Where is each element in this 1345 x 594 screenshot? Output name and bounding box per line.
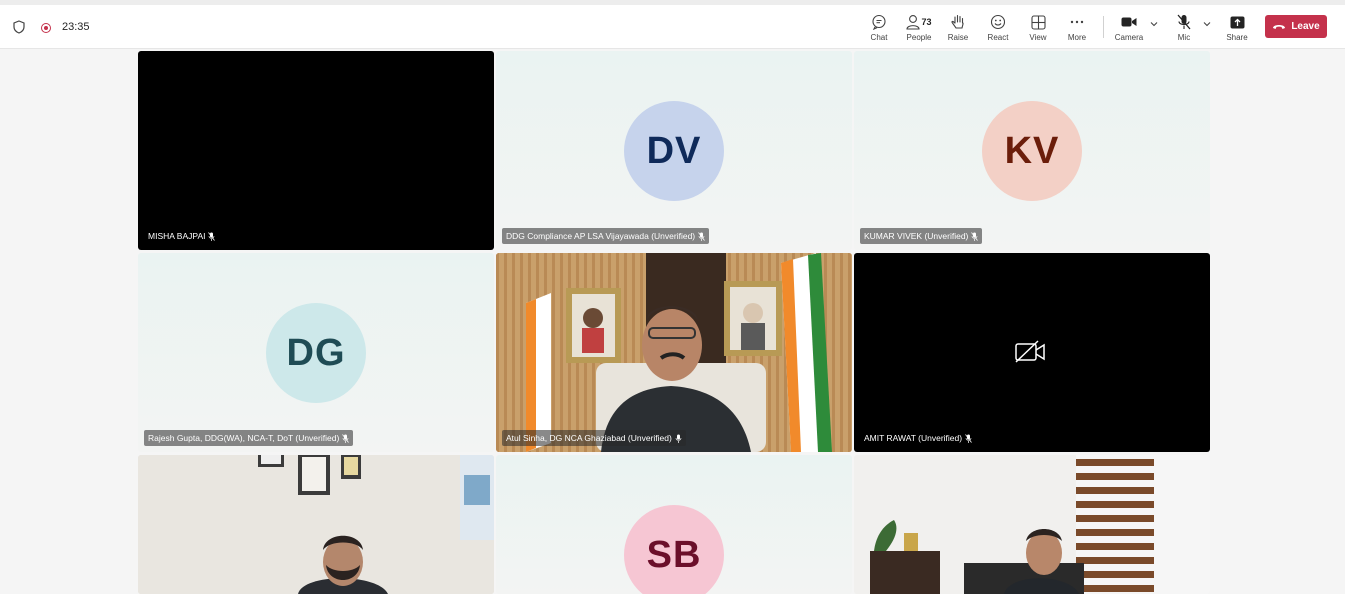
participant-tile-video-off[interactable]: MISHA BAJPAI — [138, 51, 494, 250]
people-button[interactable]: 73 People — [904, 5, 934, 48]
chat-button[interactable]: Chat — [866, 5, 892, 48]
grid-view-icon — [1030, 13, 1046, 31]
share-screen-icon — [1230, 13, 1245, 31]
mic-muted-icon — [965, 433, 972, 443]
participant-video-feed — [138, 455, 494, 594]
avatar: DG — [266, 303, 366, 403]
participant-tile-video[interactable]: Atul Sinha, DG NCA Ghaziabad (Unverified… — [496, 253, 852, 452]
participant-tile-video[interactable] — [138, 455, 494, 594]
meeting-timer: 23:35 — [62, 21, 90, 33]
chat-label: Chat — [870, 33, 888, 42]
more-dots-icon — [1070, 13, 1084, 31]
participant-name: Atul Sinha, DG NCA Ghaziabad (Unverified… — [506, 433, 672, 443]
mic-on-icon — [675, 434, 682, 443]
share-label: Share — [1226, 33, 1248, 42]
raise-hand-icon — [951, 13, 965, 31]
participant-name: AMIT RAWAT (Unverified) — [864, 433, 963, 443]
people-label: People — [906, 33, 932, 42]
camera-off-icon — [1015, 340, 1045, 363]
mic-muted-icon — [342, 433, 350, 443]
participant-name: DDG Compliance AP LSA Vijayawada (Unveri… — [506, 231, 696, 241]
leave-label: Leave — [1291, 21, 1320, 32]
shield-icon[interactable] — [13, 20, 25, 34]
participant-tile-avatar[interactable]: KV KUMAR VIVEK (Unverified) — [854, 51, 1210, 250]
camera-icon — [1121, 13, 1137, 31]
participant-count: 73 — [921, 17, 932, 27]
view-label: View — [1029, 33, 1047, 42]
participant-name-tag: KUMAR VIVEK (Unverified) — [860, 228, 983, 244]
mic-muted-icon — [971, 231, 979, 241]
participant-tile-avatar[interactable]: SB — [496, 455, 852, 594]
camera-button[interactable]: Camera — [1114, 5, 1144, 48]
react-label: React — [987, 33, 1009, 42]
camera-label: Camera — [1114, 33, 1144, 42]
view-button[interactable]: View — [1026, 5, 1050, 48]
raise-hand-button[interactable]: Raise — [946, 5, 970, 48]
participant-name-tag: Atul Sinha, DG NCA Ghaziabad (Unverified… — [502, 430, 686, 446]
participant-tile-video-off[interactable]: AMIT RAWAT (Unverified) — [854, 253, 1210, 452]
smiley-icon — [990, 13, 1006, 31]
toolbar-divider — [1103, 16, 1104, 38]
more-button[interactable]: More — [1065, 5, 1089, 48]
mic-label: Mic — [1177, 33, 1191, 42]
camera-options-chevron-down-icon[interactable] — [1150, 20, 1158, 28]
mic-options-chevron-down-icon[interactable] — [1203, 20, 1211, 28]
people-icon: 73 — [906, 13, 932, 31]
mic-muted-icon — [698, 231, 705, 241]
raise-label: Raise — [947, 33, 969, 42]
participant-video-feed — [496, 253, 852, 452]
participant-name-tag: AMIT RAWAT (Unverified) — [860, 430, 976, 446]
avatar: KV — [982, 101, 1082, 201]
participant-name-tag: DDG Compliance AP LSA Vijayawada (Unveri… — [502, 228, 710, 244]
participant-tile-avatar[interactable]: DG Rajesh Gupta, DDG(WA), NCA-T, DoT (Un… — [138, 253, 494, 452]
participant-name-tag: MISHA BAJPAI — [144, 228, 219, 244]
chat-icon — [871, 13, 887, 31]
participant-name-tag: Rajesh Gupta, DDG(WA), NCA-T, DoT (Unver… — [144, 430, 354, 446]
participant-tile-avatar[interactable]: DV DDG Compliance AP LSA Vijayawada (Unv… — [496, 51, 852, 250]
participant-name: MISHA BAJPAI — [148, 231, 206, 241]
participant-name: KUMAR VIVEK (Unverified) — [864, 231, 969, 241]
participant-name: Rajesh Gupta, DDG(WA), NCA-T, DoT (Unver… — [148, 433, 340, 443]
share-button[interactable]: Share — [1225, 5, 1249, 48]
mic-muted-icon — [1177, 13, 1191, 31]
hang-up-icon — [1273, 25, 1286, 29]
recording-indicator-icon — [41, 23, 51, 33]
meeting-toolbar: 23:35 Chat 73 People Raise React View Mo… — [0, 5, 1345, 49]
avatar: SB — [624, 505, 724, 594]
participant-tile-video[interactable] — [854, 455, 1210, 594]
more-label: More — [1067, 33, 1087, 42]
react-button[interactable]: React — [986, 5, 1010, 48]
participant-video-feed — [854, 455, 1210, 594]
avatar: DV — [624, 101, 724, 201]
mic-button[interactable]: Mic — [1172, 5, 1196, 48]
mic-muted-icon — [208, 231, 216, 241]
leave-button[interactable]: Leave — [1265, 15, 1327, 38]
